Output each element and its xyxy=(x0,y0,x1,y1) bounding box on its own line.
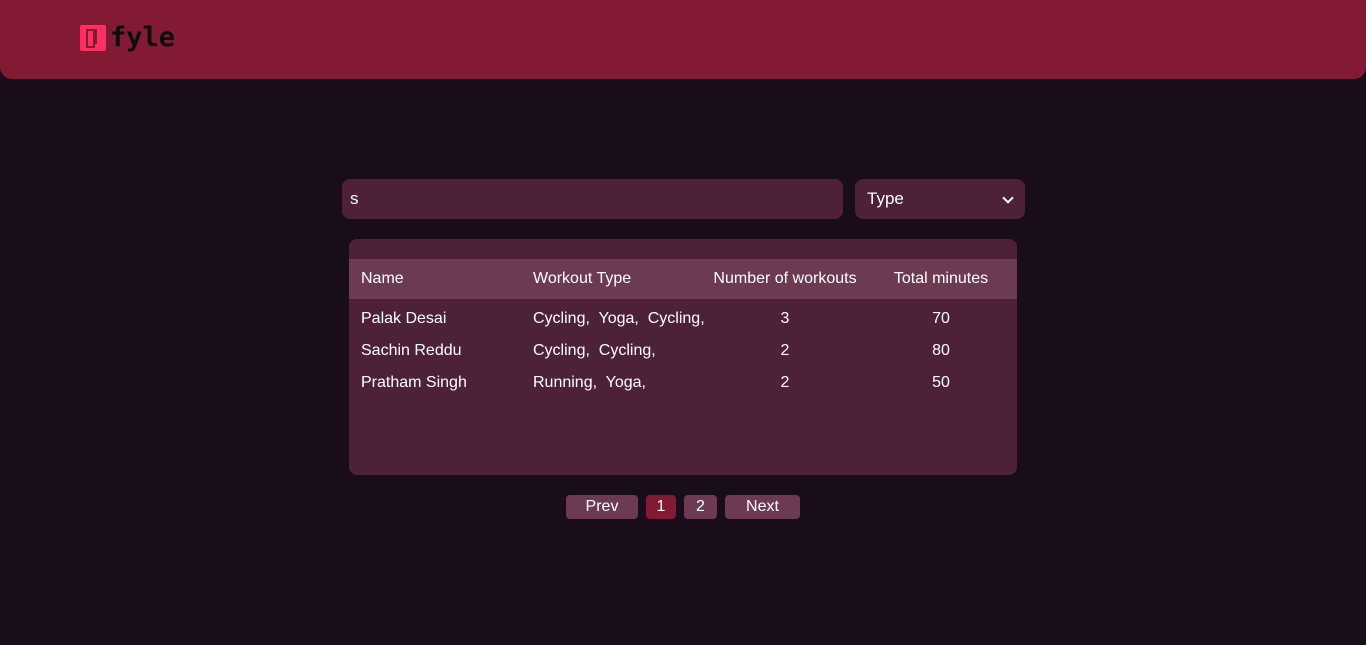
column-header-number-of-workouts: Number of workouts xyxy=(713,270,857,287)
type-filter-select[interactable]: Type xyxy=(855,179,1025,219)
table-row: Palak Desai Cycling, Yoga, Cycling, 3 70 xyxy=(349,309,1017,341)
page-1-button[interactable]: 1 xyxy=(646,495,676,519)
logo-mark-icon xyxy=(80,25,106,51)
page-2-button[interactable]: 2 xyxy=(684,495,717,519)
workouts-table: Name Workout Type Number of workouts Tot… xyxy=(349,239,1017,475)
table-row: Pratham Singh Running, Yoga, 2 50 xyxy=(349,373,1017,405)
cell-workout-count: 3 xyxy=(780,310,790,327)
table-row: Sachin Reddu Cycling, Cycling, 2 80 xyxy=(349,341,1017,373)
cell-workout-type: Cycling, Yoga, Cycling, xyxy=(533,310,705,327)
cell-workout-type: Cycling, Cycling, xyxy=(533,342,656,359)
cell-name: Palak Desai xyxy=(361,310,447,327)
cell-name: Sachin Reddu xyxy=(361,342,462,359)
chevron-down-icon xyxy=(1003,194,1013,204)
column-header-workout-type: Workout Type xyxy=(533,270,632,287)
column-header-name: Name xyxy=(361,270,404,287)
type-filter-value: Type xyxy=(867,189,904,208)
cell-workout-type: Running, Yoga, xyxy=(533,374,646,391)
cell-workout-count: 2 xyxy=(780,374,790,391)
app-header: fyle xyxy=(0,0,1366,79)
cell-name: Pratham Singh xyxy=(361,374,467,391)
fyle-logo[interactable]: fyle xyxy=(80,22,176,53)
cell-total-minutes: 80 xyxy=(932,342,950,359)
cell-total-minutes: 70 xyxy=(932,310,950,327)
table-header-row: Name Workout Type Number of workouts Tot… xyxy=(349,259,1017,299)
next-page-button[interactable]: Next xyxy=(725,495,800,519)
logo-text: fyle xyxy=(110,22,176,53)
cell-total-minutes: 50 xyxy=(932,374,950,391)
column-header-total-minutes: Total minutes xyxy=(893,270,989,287)
prev-page-button[interactable]: Prev xyxy=(566,495,638,519)
search-input[interactable] xyxy=(342,179,843,219)
cell-workout-count: 2 xyxy=(780,342,790,359)
